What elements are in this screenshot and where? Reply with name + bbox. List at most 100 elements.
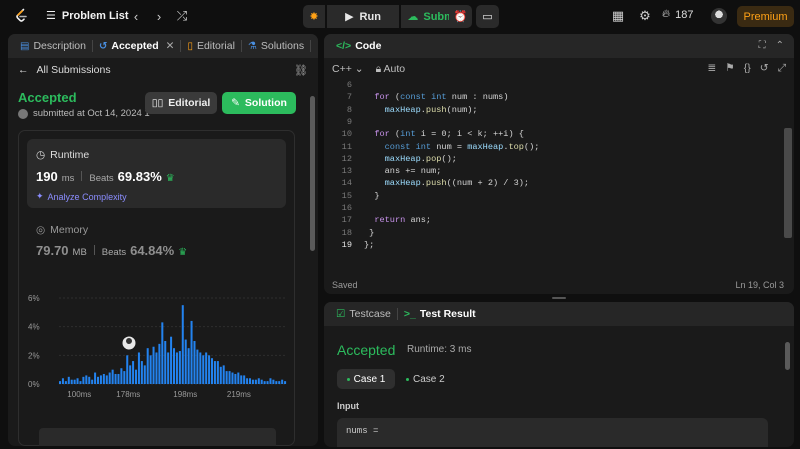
histogram-bar[interactable] bbox=[161, 322, 164, 384]
histogram-bar[interactable] bbox=[70, 379, 73, 384]
histogram-bar[interactable] bbox=[178, 351, 181, 384]
close-icon[interactable]: ✕ bbox=[166, 40, 175, 52]
histogram-bar[interactable] bbox=[114, 373, 117, 384]
problem-list-button[interactable]: ☰ Problem List bbox=[46, 9, 129, 23]
histogram-bar[interactable] bbox=[91, 379, 94, 384]
histogram-bar[interactable] bbox=[76, 378, 79, 384]
debug-button[interactable]: ✸ bbox=[303, 5, 325, 28]
tab-accepted[interactable]: ↺ Accepted ✕ bbox=[93, 34, 180, 58]
runtime-card[interactable]: ◷ Runtime 190 ms Beats 69.83% ♛ ✦ Analyz… bbox=[27, 139, 286, 208]
histogram-bar[interactable] bbox=[216, 361, 219, 384]
premium-button[interactable]: Premium bbox=[737, 6, 794, 27]
histogram-bar[interactable] bbox=[225, 371, 228, 384]
histogram-bar[interactable] bbox=[143, 365, 146, 384]
histogram-bar[interactable] bbox=[135, 369, 138, 384]
layout-grid-icon[interactable]: ▦ bbox=[610, 8, 626, 24]
histogram-bar[interactable] bbox=[175, 352, 178, 384]
avatar[interactable] bbox=[711, 8, 727, 24]
histogram-bar[interactable] bbox=[199, 352, 202, 384]
streak-counter[interactable]: 🔥︎ 187 bbox=[662, 8, 693, 21]
tab-test-result[interactable]: >_ Test Result bbox=[398, 302, 482, 326]
reset-icon[interactable]: ↺ bbox=[760, 62, 769, 75]
histogram-bar[interactable] bbox=[120, 368, 123, 384]
histogram-bar[interactable] bbox=[284, 381, 287, 384]
histogram-bar[interactable] bbox=[228, 371, 231, 384]
tab-solutions[interactable]: ⚗ Solutions bbox=[242, 34, 310, 58]
leetcode-logo[interactable] bbox=[14, 8, 30, 24]
histogram-bar[interactable] bbox=[102, 373, 105, 384]
chevron-up-icon[interactable]: ⌃ bbox=[776, 40, 784, 51]
histogram-bar[interactable] bbox=[205, 352, 208, 384]
editorial-button[interactable]: ▯▯ Editorial bbox=[145, 92, 217, 114]
histogram-bar[interactable] bbox=[181, 305, 184, 384]
histogram-bar[interactable] bbox=[155, 352, 158, 384]
histogram-bar[interactable] bbox=[187, 348, 190, 384]
histogram-bar[interactable] bbox=[123, 371, 126, 384]
scrollbar[interactable] bbox=[784, 128, 792, 238]
histogram-bar[interactable] bbox=[170, 336, 173, 384]
histogram-bar[interactable] bbox=[88, 376, 91, 384]
tab-code[interactable]: </> Code bbox=[330, 34, 387, 58]
histogram-bar[interactable] bbox=[249, 378, 252, 384]
mode-indicator[interactable]: 🔒︎ Auto bbox=[376, 63, 406, 76]
histogram-bar[interactable] bbox=[266, 381, 269, 384]
histogram-bar[interactable] bbox=[222, 365, 225, 384]
language-select[interactable]: C++ ⌄ bbox=[332, 63, 364, 75]
histogram-bar[interactable] bbox=[257, 378, 260, 384]
case-tab-2[interactable]: Case 2 bbox=[406, 369, 445, 389]
shuffle-icon[interactable]: ⤮ bbox=[174, 8, 190, 24]
histogram-bar[interactable] bbox=[129, 365, 132, 384]
histogram-bar[interactable] bbox=[82, 376, 85, 384]
histogram-bar[interactable] bbox=[117, 373, 120, 384]
histogram-bar[interactable] bbox=[263, 381, 266, 384]
histogram-bar[interactable] bbox=[278, 381, 281, 384]
histogram-bar[interactable] bbox=[97, 376, 100, 384]
next-problem-icon[interactable]: › bbox=[151, 8, 167, 24]
link-icon[interactable]: ⛓ bbox=[294, 64, 308, 77]
histogram-bar[interactable] bbox=[64, 381, 67, 384]
settings-icon[interactable]: ⤢ bbox=[778, 62, 786, 75]
histogram-bar[interactable] bbox=[193, 341, 196, 384]
histogram-bar[interactable] bbox=[149, 355, 152, 384]
histogram-bar[interactable] bbox=[211, 358, 214, 384]
histogram-bar[interactable] bbox=[167, 352, 170, 384]
histogram-bar[interactable] bbox=[251, 379, 254, 384]
histogram-bar[interactable] bbox=[208, 355, 211, 384]
histogram-bar[interactable] bbox=[59, 381, 62, 384]
histogram-bar[interactable] bbox=[237, 372, 240, 384]
histogram-bar[interactable] bbox=[173, 348, 176, 384]
histogram-bar[interactable] bbox=[275, 381, 278, 384]
bookmark-icon[interactable]: ⚑ bbox=[725, 62, 734, 75]
resize-handle[interactable] bbox=[552, 297, 566, 299]
histogram-bar[interactable] bbox=[213, 361, 216, 384]
scrollbar[interactable] bbox=[785, 342, 790, 370]
histogram-bar[interactable] bbox=[105, 375, 108, 384]
histogram-bar[interactable] bbox=[202, 355, 205, 384]
histogram-bar[interactable] bbox=[184, 339, 187, 384]
histogram-bar[interactable] bbox=[260, 379, 263, 384]
timer-button[interactable]: ⏰ bbox=[449, 5, 472, 28]
histogram-bar[interactable] bbox=[94, 372, 97, 384]
histogram-bar[interactable] bbox=[190, 320, 193, 384]
scrollbar[interactable] bbox=[310, 96, 315, 251]
back-to-submissions[interactable]: ← All Submissions bbox=[18, 64, 111, 76]
histogram-bar[interactable] bbox=[126, 355, 129, 384]
analyze-complexity-link[interactable]: ✦ Analyze Complexity bbox=[36, 191, 127, 202]
tab-description[interactable]: ▤ Description bbox=[14, 34, 92, 58]
histogram-bar[interactable] bbox=[240, 375, 243, 384]
histogram-bar[interactable] bbox=[140, 361, 143, 384]
case-tab-1[interactable]: Case 1 bbox=[337, 369, 395, 389]
histogram-bar[interactable] bbox=[132, 361, 135, 384]
run-button[interactable]: ▶ Run bbox=[327, 5, 399, 28]
tab-testcase[interactable]: ☑ Testcase bbox=[330, 302, 397, 326]
histogram-bar[interactable] bbox=[243, 375, 246, 384]
histogram-bar[interactable] bbox=[108, 372, 111, 384]
histogram-bar[interactable] bbox=[111, 369, 114, 384]
format-icon[interactable]: ≣ bbox=[708, 62, 717, 75]
gear-icon[interactable]: ⚙ bbox=[637, 8, 653, 24]
histogram-bar[interactable] bbox=[281, 379, 284, 384]
histogram-bar[interactable] bbox=[196, 349, 199, 384]
histogram-bar[interactable] bbox=[254, 379, 257, 384]
histogram-bar[interactable] bbox=[231, 372, 234, 384]
histogram-bar[interactable] bbox=[79, 381, 82, 384]
